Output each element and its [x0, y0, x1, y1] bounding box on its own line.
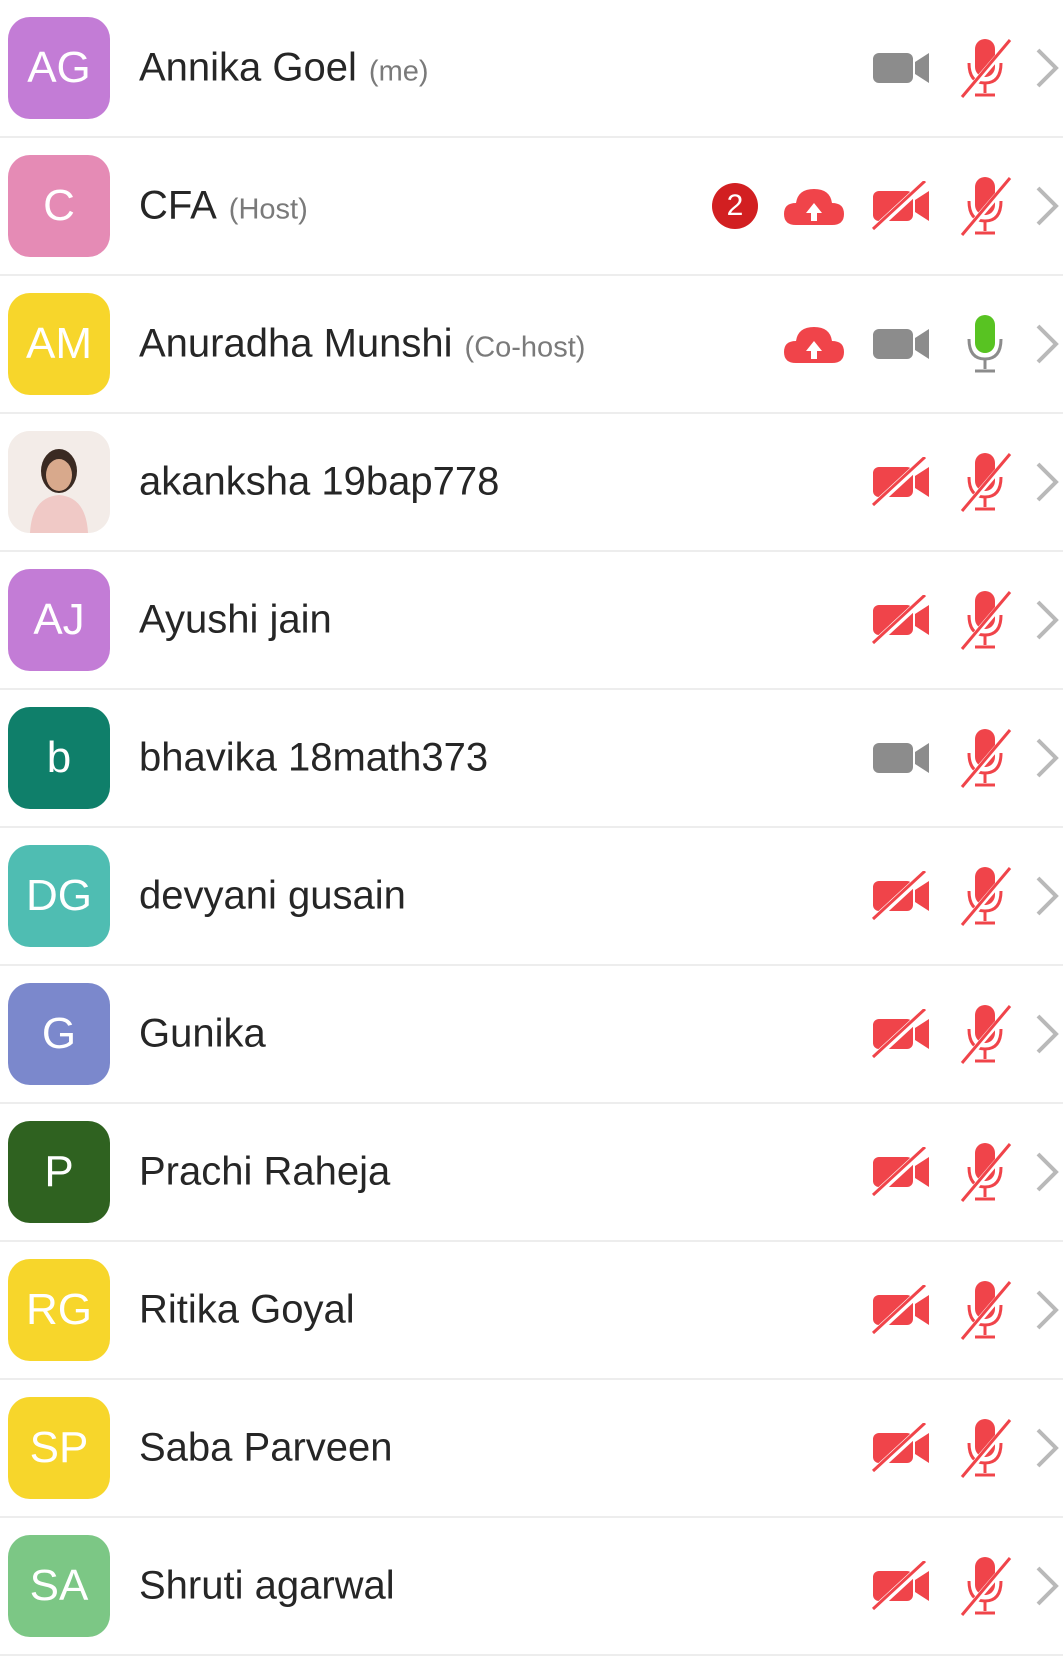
- microphone-muted-icon[interactable]: [957, 1555, 1013, 1617]
- avatar: P: [8, 1121, 110, 1223]
- participant-row[interactable]: AJ Ayushi jain: [0, 552, 1063, 690]
- role-tag: (Host): [228, 193, 308, 226]
- participant-name: bhavika 18math373: [139, 736, 488, 781]
- avatar: b: [8, 707, 110, 809]
- microphone-muted-icon[interactable]: [957, 1003, 1013, 1065]
- participant-name: Ayushi jain: [139, 598, 332, 643]
- avatar: SA: [8, 1535, 110, 1637]
- participant-name: Ritika Goyal: [139, 1288, 355, 1333]
- role-tag: (Co-host): [464, 331, 586, 364]
- microphone-muted-icon[interactable]: [957, 175, 1013, 237]
- chevron-right-icon[interactable]: [1034, 1012, 1060, 1056]
- participant-row[interactable]: DG devyani gusain: [0, 828, 1063, 966]
- video-off-icon[interactable]: [871, 457, 931, 507]
- video-off-icon[interactable]: [871, 595, 931, 645]
- participant-name: CFA (Host): [139, 184, 308, 229]
- video-camera-icon[interactable]: [871, 733, 931, 783]
- name-text: devyani gusain: [139, 873, 406, 918]
- chevron-right-icon[interactable]: [1034, 874, 1060, 918]
- name-text: Shruti agarwal: [139, 1563, 395, 1608]
- avatar: AM: [8, 293, 110, 395]
- participant-row[interactable]: AM Anuradha Munshi (Co-host): [0, 276, 1063, 414]
- video-off-icon[interactable]: [871, 871, 931, 921]
- participant-name: Anuradha Munshi (Co-host): [139, 322, 585, 367]
- chevron-right-icon[interactable]: [1034, 1564, 1060, 1608]
- video-off-icon[interactable]: [871, 1423, 931, 1473]
- participant-row[interactable]: SP Saba Parveen: [0, 1380, 1063, 1518]
- chevron-right-icon[interactable]: [1034, 460, 1060, 504]
- participant-name: Shruti agarwal: [139, 1564, 395, 1609]
- microphone-muted-icon[interactable]: [957, 1141, 1013, 1203]
- name-text: Ritika Goyal: [139, 1287, 355, 1332]
- name-text: CFA: [139, 183, 217, 228]
- participant-name: Annika Goel (me): [139, 46, 429, 91]
- name-text: akanksha 19bap778: [139, 459, 500, 504]
- participant-row[interactable]: akanksha 19bap778: [0, 414, 1063, 552]
- chevron-right-icon[interactable]: [1034, 46, 1060, 90]
- avatar: RG: [8, 1259, 110, 1361]
- microphone-muted-icon[interactable]: [957, 865, 1013, 927]
- video-off-icon[interactable]: [871, 181, 931, 231]
- video-camera-icon[interactable]: [871, 43, 931, 93]
- name-text: Annika Goel: [139, 45, 357, 90]
- chat-count-badge: 2: [712, 183, 758, 229]
- participant-row[interactable]: b bhavika 18math373: [0, 690, 1063, 828]
- avatar: SP: [8, 1397, 110, 1499]
- participant-name: Saba Parveen: [139, 1426, 393, 1471]
- microphone-muted-icon[interactable]: [957, 727, 1013, 789]
- microphone-icon[interactable]: [957, 313, 1013, 375]
- name-text: Ayushi jain: [139, 597, 332, 642]
- chevron-right-icon[interactable]: [1034, 1288, 1060, 1332]
- role-tag: (me): [368, 55, 429, 88]
- name-text: Prachi Raheja: [139, 1149, 391, 1194]
- chevron-right-icon[interactable]: [1034, 184, 1060, 228]
- avatar: AJ: [8, 569, 110, 671]
- name-text: bhavika 18math373: [139, 735, 489, 780]
- microphone-muted-icon[interactable]: [957, 451, 1013, 513]
- avatar: C: [8, 155, 110, 257]
- participant-name: akanksha 19bap778: [139, 460, 499, 505]
- microphone-muted-icon[interactable]: [957, 1279, 1013, 1341]
- participant-name: devyani gusain: [139, 874, 406, 919]
- microphone-muted-icon[interactable]: [957, 37, 1013, 99]
- participant-row[interactable]: RG Ritika Goyal: [0, 1242, 1063, 1380]
- avatar: AG: [8, 17, 110, 119]
- cloud-recording-icon: [782, 181, 846, 231]
- name-text: Gunika: [139, 1011, 266, 1056]
- chevron-right-icon[interactable]: [1034, 736, 1060, 780]
- video-off-icon[interactable]: [871, 1285, 931, 1335]
- microphone-muted-icon[interactable]: [957, 589, 1013, 651]
- microphone-muted-icon[interactable]: [957, 1417, 1013, 1479]
- name-text: Anuradha Munshi: [139, 321, 453, 366]
- chevron-right-icon[interactable]: [1034, 322, 1060, 366]
- participant-row[interactable]: G Gunika: [0, 966, 1063, 1104]
- video-off-icon[interactable]: [871, 1009, 931, 1059]
- video-off-icon[interactable]: [871, 1561, 931, 1611]
- chevron-right-icon[interactable]: [1034, 1426, 1060, 1470]
- avatar: G: [8, 983, 110, 1085]
- participants-list: AG Annika Goel (me) C CFA (Host) 2 AM Anuradha M…: [0, 0, 1063, 1656]
- participant-name: Prachi Raheja: [139, 1150, 390, 1195]
- participant-row[interactable]: AG Annika Goel (me): [0, 0, 1063, 138]
- video-camera-icon[interactable]: [871, 319, 931, 369]
- chevron-right-icon[interactable]: [1034, 598, 1060, 642]
- chevron-right-icon[interactable]: [1034, 1150, 1060, 1194]
- avatar: [8, 431, 110, 533]
- participant-row[interactable]: SA Shruti agarwal: [0, 1518, 1063, 1656]
- avatar: DG: [8, 845, 110, 947]
- name-text: Saba Parveen: [139, 1425, 393, 1470]
- participant-row[interactable]: P Prachi Raheja: [0, 1104, 1063, 1242]
- cloud-recording-icon: [782, 319, 846, 369]
- video-off-icon[interactable]: [871, 1147, 931, 1197]
- participant-name: Gunika: [139, 1012, 266, 1057]
- participant-row[interactable]: C CFA (Host) 2: [0, 138, 1063, 276]
